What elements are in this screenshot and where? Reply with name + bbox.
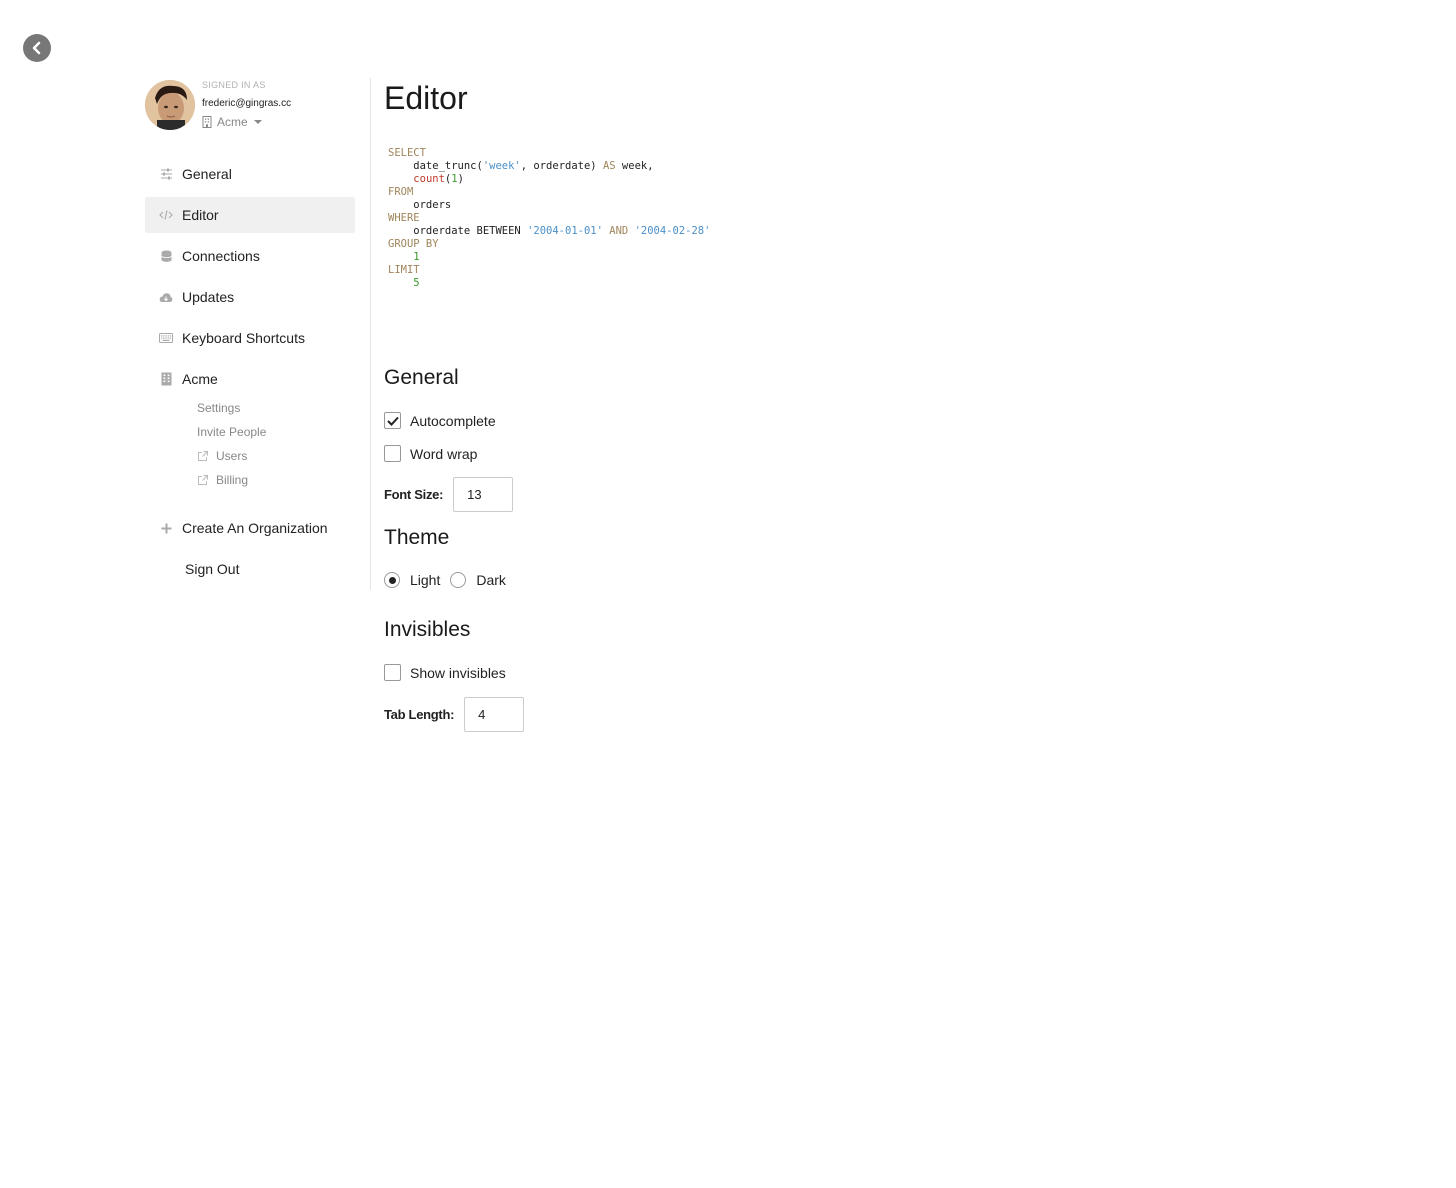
signed-in-label: SIGNED IN AS <box>202 80 266 90</box>
code-line: GROUP BY <box>388 238 439 250</box>
autocomplete-label: Autocomplete <box>410 412 496 429</box>
theme-radio-group: Light Dark <box>384 572 516 588</box>
font-size-label: Font Size: <box>384 487 444 502</box>
nav-item-acme[interactable]: Acme <box>145 361 355 397</box>
code-line: 5 <box>413 277 420 289</box>
tab-length-label: Tab Length: <box>384 707 455 722</box>
code-line: date_trunc('week', orderdate) AS week, <box>388 160 654 172</box>
theme-option-dark[interactable]: Dark <box>450 572 506 588</box>
nav-item-connections[interactable]: Connections <box>145 238 355 274</box>
nav-item-general[interactable]: General <box>145 156 355 192</box>
sliders-icon <box>159 167 173 181</box>
organization-subnav: Settings Invite People Users Billing <box>145 396 355 492</box>
nav-label-general: General <box>182 166 232 182</box>
show-invisibles-checkbox[interactable]: Show invisibles <box>384 664 506 681</box>
nav-label-editor: Editor <box>182 207 219 223</box>
word-wrap-label: Word wrap <box>410 445 478 462</box>
code-preview: SELECT date_trunc('week', orderdate) AS … <box>388 147 710 290</box>
section-title-invisibles: Invisibles <box>384 618 471 641</box>
tab-length-input[interactable] <box>464 697 525 732</box>
section-title-general: General <box>384 366 459 389</box>
organization-name: Acme <box>217 115 248 129</box>
building-icon <box>202 116 212 128</box>
autocomplete-checkbox[interactable]: Autocomplete <box>384 412 496 429</box>
show-invisibles-label: Show invisibles <box>410 664 506 681</box>
checkbox-word-wrap[interactable] <box>384 445 401 462</box>
checkbox-autocomplete[interactable] <box>384 412 401 429</box>
word-wrap-checkbox[interactable]: Word wrap <box>384 445 477 462</box>
font-size-input[interactable] <box>453 477 514 512</box>
font-size-field: Font Size: <box>384 477 514 512</box>
nav-item-keyboard-shortcuts[interactable]: Keyboard Shortcuts <box>145 320 355 356</box>
settings-nav: General Editor Connections Updates Keybo… <box>145 156 355 592</box>
keyboard-icon <box>159 331 173 345</box>
nav-item-updates[interactable]: Updates <box>145 279 355 315</box>
theme-label-dark: Dark <box>476 572 506 588</box>
subnav-label-invite-people: Invite People <box>197 425 267 439</box>
subnav-label-settings: Settings <box>197 401 241 415</box>
code-line: orderdate BETWEEN '2004-01-01' AND '2004… <box>388 225 711 237</box>
nav-label-connections: Connections <box>182 248 260 264</box>
page-title: Editor <box>384 80 468 116</box>
checkbox-show-invisibles[interactable] <box>384 664 401 681</box>
theme-label-light: Light <box>410 572 441 588</box>
subnav-item-users[interactable]: Users <box>197 444 355 468</box>
tab-length-field: Tab Length: <box>384 697 525 732</box>
external-link-icon <box>197 474 209 486</box>
code-line: LIMIT <box>388 264 420 276</box>
code-line: 1 <box>413 251 420 263</box>
check-icon <box>386 416 399 426</box>
nav-item-create-organization[interactable]: Create An Organization <box>145 510 355 546</box>
code-line: count(1) <box>413 173 464 185</box>
organization-dropdown[interactable]: Acme <box>202 115 262 129</box>
theme-option-light[interactable]: Light <box>384 572 440 588</box>
subnav-label-users: Users <box>216 449 248 463</box>
caret-down-icon <box>253 120 262 124</box>
building-icon <box>159 372 173 386</box>
code-line: WHERE <box>388 212 420 224</box>
nav-item-editor[interactable]: Editor <box>145 197 355 233</box>
sign-out-button[interactable]: Sign Out <box>145 551 355 587</box>
database-icon <box>159 249 173 263</box>
nav-label-create-organization: Create An Organization <box>182 520 328 536</box>
subnav-label-billing: Billing <box>216 473 249 487</box>
code-line: orders <box>388 199 452 211</box>
profile: SIGNED IN AS frederic@gingras.cc Acme <box>145 78 370 158</box>
cloud-download-icon <box>159 290 173 304</box>
nav-label-updates: Updates <box>182 289 235 305</box>
sign-out-label: Sign Out <box>185 561 240 577</box>
chevron-left-icon <box>32 41 41 55</box>
nav-label-acme: Acme <box>182 371 218 387</box>
subnav-item-invite-people[interactable]: Invite People <box>197 420 355 444</box>
code-icon <box>159 208 173 222</box>
subnav-item-settings[interactable]: Settings <box>197 396 355 420</box>
section-title-theme: Theme <box>384 526 450 549</box>
external-link-icon <box>197 450 209 462</box>
radio-dark[interactable] <box>450 572 467 588</box>
code-line: FROM <box>388 186 414 198</box>
plus-icon <box>159 521 173 535</box>
sidebar: SIGNED IN AS frederic@gingras.cc Acme Ge… <box>145 78 371 590</box>
back-button[interactable] <box>23 34 51 62</box>
avatar <box>145 80 195 130</box>
main-content: Editor SELECT date_trunc('week', orderda… <box>384 78 1384 732</box>
radio-light[interactable] <box>384 572 400 588</box>
subnav-item-billing[interactable]: Billing <box>197 468 355 492</box>
nav-label-keyboard-shortcuts: Keyboard Shortcuts <box>182 330 305 346</box>
user-email: frederic@gingras.cc <box>202 98 292 109</box>
code-line: SELECT <box>388 147 426 159</box>
